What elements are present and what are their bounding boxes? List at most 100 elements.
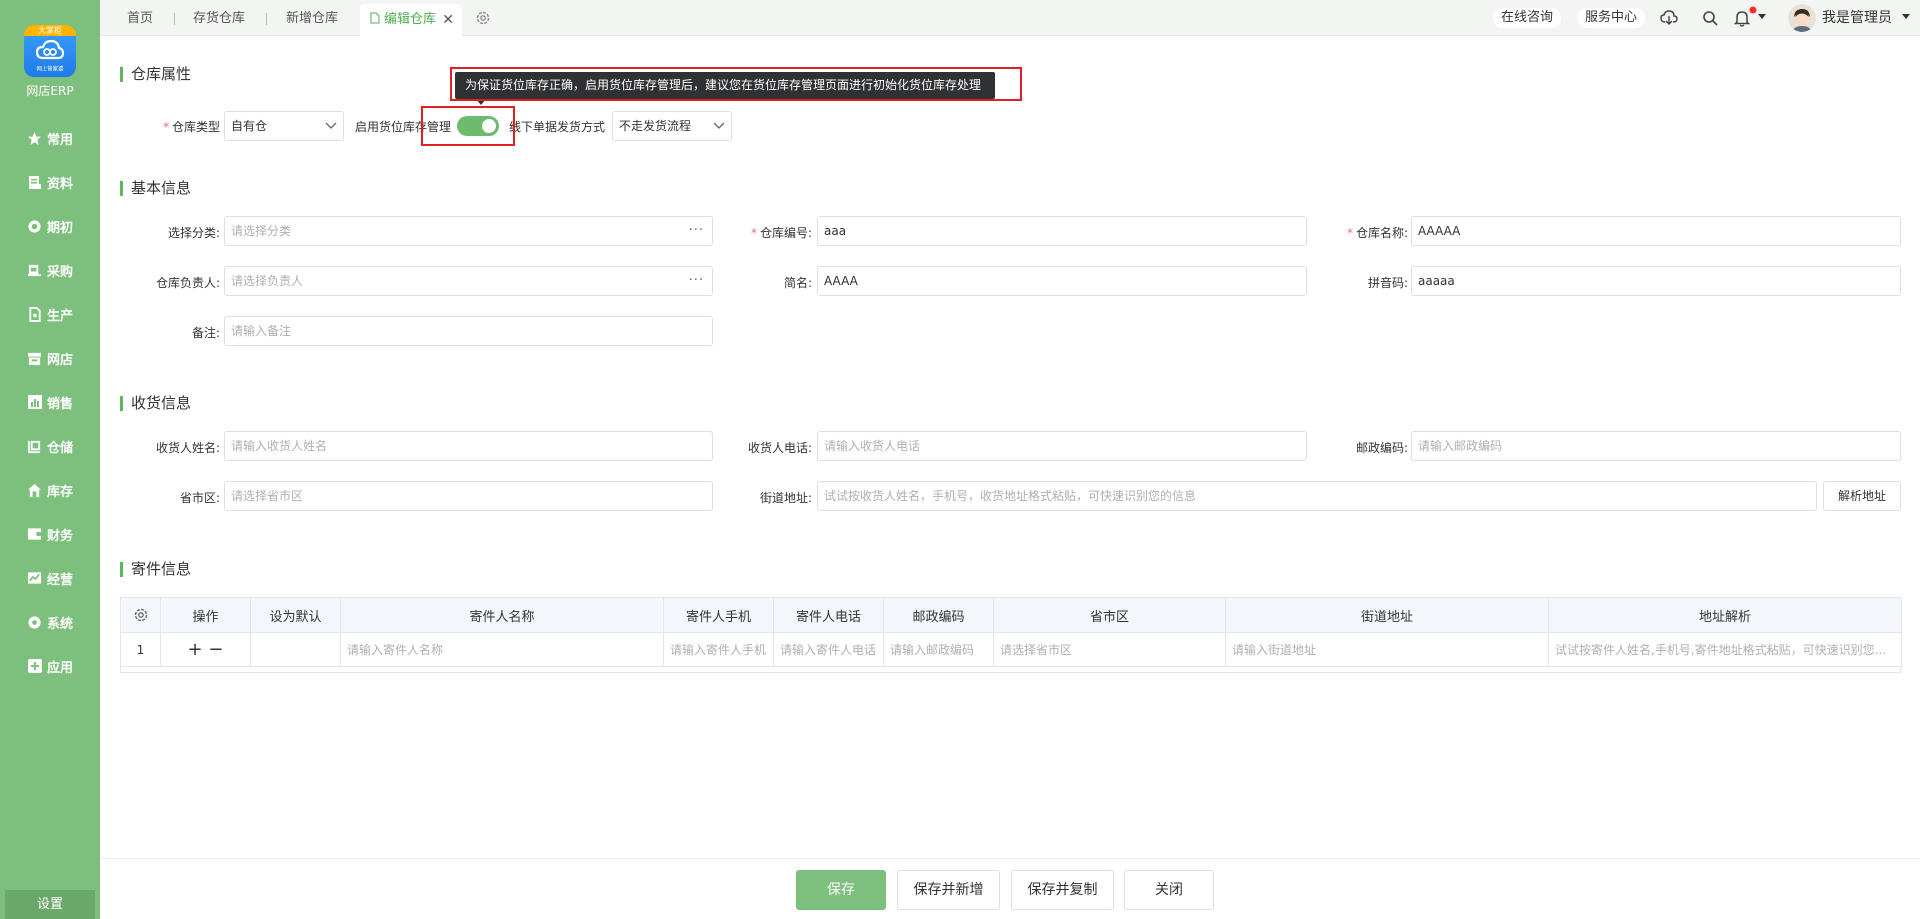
sidebar-item-opening[interactable]: 期初: [0, 204, 100, 248]
section-title-receive-info: 收货信息: [120, 396, 191, 411]
address-parse-cell[interactable]: 试试按寄件人姓名,手机号,寄件地址格式粘贴，可快速识别您...: [1548, 632, 1902, 667]
table-settings-cell[interactable]: [120, 597, 161, 633]
section-title-warehouse-props: 仓库属性: [120, 67, 191, 82]
sidebar-item-label: 资料: [46, 176, 73, 192]
service-center-button[interactable]: 服务中心: [1577, 8, 1646, 28]
pinyin-input[interactable]: aaaaa: [1411, 266, 1901, 296]
sidebar-item-label: 网店: [46, 352, 73, 368]
document-icon: [370, 12, 380, 24]
footer-bar: [100, 858, 1920, 919]
column-header-zip: 邮政编码: [883, 597, 994, 633]
offline-shipping-select[interactable]: 不走发货流程: [612, 111, 732, 141]
purchase-icon: [27, 262, 43, 278]
save-button[interactable]: 保存: [796, 870, 886, 910]
home-icon: [27, 482, 43, 498]
sidebar-item-system[interactable]: 系统: [0, 600, 100, 644]
street-input[interactable]: 试试按收货人姓名，手机号，收货地址格式粘贴，可快速识别您的信息: [817, 481, 1817, 511]
avatar[interactable]: [1788, 4, 1816, 32]
column-header-ops: 操作: [160, 597, 251, 633]
category-input[interactable]: 请选择分类 ···: [224, 216, 713, 246]
sender-phone-cell[interactable]: 请输入寄件人电话: [773, 632, 884, 667]
user-avatar-icon: [1792, 9, 1812, 32]
online-consult-button[interactable]: 在线咨询: [1493, 8, 1562, 28]
store-icon: [27, 350, 43, 366]
sidebar-item-finance[interactable]: 财务: [0, 512, 100, 556]
document-icon: [27, 174, 43, 190]
zip-label: 邮政编码:: [1355, 441, 1408, 455]
caret-down-icon[interactable]: [1758, 14, 1766, 20]
sidebar-item-production[interactable]: 生产: [0, 292, 100, 336]
manager-input[interactable]: 请选择负责人 ···: [224, 266, 713, 296]
table-footer-strip: [120, 667, 1901, 673]
street-cell[interactable]: 请输入街道地址: [1225, 632, 1549, 667]
search-icon[interactable]: [1702, 10, 1718, 26]
app-logo[interactable]: 大掌柜 网上管家婆: [24, 25, 76, 77]
chevron-down-icon: [713, 122, 725, 129]
tab-new-warehouse[interactable]: 新增仓库: [286, 0, 338, 36]
sidebar-item-apps[interactable]: 应用: [0, 644, 100, 688]
column-header-sender-mobile: 寄件人手机: [663, 597, 774, 633]
tab-settings-gear-icon[interactable]: [475, 10, 491, 26]
offline-shipping-label: 线下单据发货方式: [509, 120, 606, 134]
sidebar-item-data[interactable]: 资料: [0, 160, 100, 204]
more-icon[interactable]: ···: [689, 217, 704, 245]
sidebar-item-warehouse[interactable]: 仓储: [0, 424, 100, 468]
parse-address-button[interactable]: 解析地址: [1823, 481, 1901, 511]
sidebar-item-store[interactable]: 网店: [0, 336, 100, 380]
table-row: 1 + − 请输入寄件人名称 请输入寄件人手机 请输入寄件人电话 请输入邮政编码…: [120, 632, 1902, 667]
tab-home[interactable]: 首页: [127, 0, 153, 36]
receiver-phone-input[interactable]: 请输入收货人电话: [817, 431, 1307, 461]
sidebar-menu: 常用 资料 期初 采购 生产 网店 销售 仓储 库存 财务 经营 系统 应用: [0, 116, 100, 688]
zip-input[interactable]: 请输入邮政编码: [1411, 431, 1901, 461]
gear-icon[interactable]: [133, 607, 149, 623]
close-icon[interactable]: ✕: [442, 4, 454, 36]
cloud-download-icon[interactable]: [1660, 10, 1678, 26]
receiver-name-input[interactable]: 请输入收货人姓名: [224, 431, 713, 461]
receiver-phone-label: 收货人电话:: [747, 441, 812, 455]
highlight-box-tooltip: [450, 67, 1022, 101]
sidebar-item-business[interactable]: 经营: [0, 556, 100, 600]
highlight-box-toggle: [421, 106, 515, 146]
sidebar-item-inventory[interactable]: 库存: [0, 468, 100, 512]
bell-icon[interactable]: [1734, 10, 1750, 27]
star-icon: [27, 130, 43, 146]
warehouse-code-input[interactable]: aaa: [817, 216, 1307, 246]
add-row-button[interactable]: +: [188, 639, 203, 660]
cycle-icon: [27, 218, 43, 234]
remark-input[interactable]: 请输入备注: [224, 316, 713, 346]
region-cell[interactable]: 请选择省市区: [993, 632, 1226, 667]
production-icon: [27, 306, 43, 322]
sidebar-item-common[interactable]: 常用: [0, 116, 100, 160]
more-icon[interactable]: ···: [689, 267, 704, 295]
default-cell[interactable]: [250, 632, 341, 667]
close-button[interactable]: 关闭: [1124, 870, 1214, 910]
settings-button[interactable]: 设置: [5, 890, 95, 919]
save-and-new-button[interactable]: 保存并新增: [897, 870, 1000, 910]
tab-stock-warehouse[interactable]: 存货仓库: [193, 0, 245, 36]
tab-edit-warehouse[interactable]: 编辑仓库 ✕: [360, 4, 462, 36]
sidebar-item-label: 仓储: [46, 440, 73, 456]
cloud-icon: [36, 40, 64, 60]
zip-cell[interactable]: 请输入邮政编码: [883, 632, 994, 667]
short-name-input[interactable]: AAAA: [817, 266, 1307, 296]
sidebar-item-label: 经营: [46, 572, 73, 588]
warehouse-type-select[interactable]: 自有仓: [224, 111, 344, 141]
save-and-copy-button[interactable]: 保存并复制: [1011, 870, 1114, 910]
sidebar-item-label: 系统: [46, 616, 73, 632]
region-input[interactable]: 请选择省市区: [224, 481, 713, 511]
sidebar-item-purchase[interactable]: 采购: [0, 248, 100, 292]
section-title-sender-info: 寄件信息: [120, 562, 191, 577]
sender-mobile-cell[interactable]: 请输入寄件人手机: [663, 632, 774, 667]
remove-row-button[interactable]: −: [208, 639, 223, 660]
sender-table: 操作 设为默认 寄件人名称 寄件人手机 寄件人电话 邮政编码 省市区 街道地址 …: [120, 597, 1902, 667]
chevron-down-icon: [325, 122, 337, 129]
sidebar-item-sales[interactable]: 销售: [0, 380, 100, 424]
row-index: 1: [120, 632, 161, 667]
remark-label: 备注:: [191, 326, 220, 340]
caret-down-icon[interactable]: [1902, 14, 1910, 20]
user-name[interactable]: 我是管理员: [1822, 0, 1892, 36]
tab-divider: [174, 13, 175, 25]
warehouse-name-input[interactable]: AAAAA: [1411, 216, 1901, 246]
notification-dot-icon: [1749, 6, 1757, 14]
sender-name-cell[interactable]: 请输入寄件人名称: [340, 632, 664, 667]
